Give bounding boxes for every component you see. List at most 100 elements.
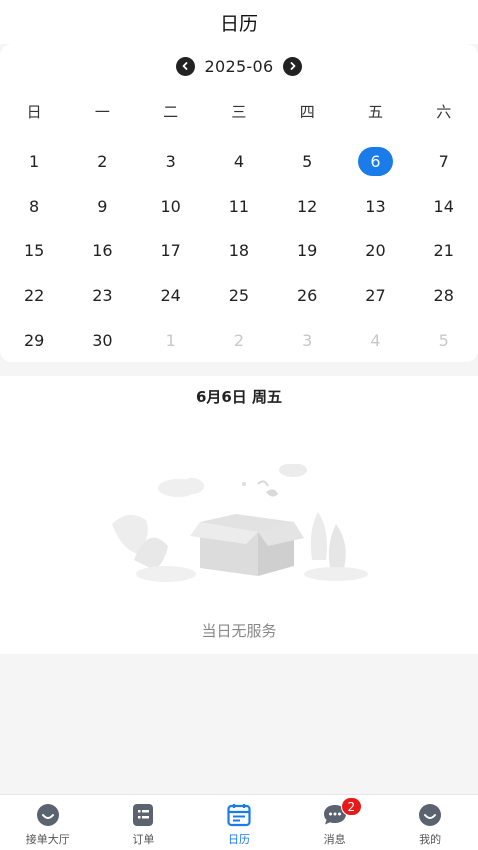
calendar-day-number: 18: [228, 241, 250, 261]
tab-label: 接单大厅: [25, 833, 70, 846]
calendar-day[interactable]: 25: [205, 273, 273, 318]
weekday-label: 日: [26, 103, 42, 121]
calendar-day-number: 30: [92, 331, 113, 351]
tab-orders[interactable]: 订单: [96, 795, 192, 850]
calendar-day-number: 17: [160, 241, 181, 261]
calendar-day-outside-month[interactable]: 3: [273, 318, 341, 363]
tab-label: 订单: [132, 833, 155, 846]
weekday-label: 三: [231, 103, 247, 121]
month-label: 2025-06: [204, 56, 274, 76]
calendar-day[interactable]: 18: [205, 229, 273, 274]
calendar-day-number: 14: [433, 196, 454, 216]
calendar-day-number: 15: [23, 241, 45, 261]
calendar-day[interactable]: 27: [341, 273, 409, 318]
weekday-label: 四: [299, 103, 315, 121]
calendar-day[interactable]: 16: [68, 229, 136, 274]
calendar-day-selected[interactable]: 6: [341, 139, 409, 184]
tab-label: 日历: [227, 833, 250, 846]
tab-messages[interactable]: 2 消息: [287, 795, 383, 850]
calendar-day-number: 5: [438, 331, 449, 351]
calendar-day[interactable]: 3: [137, 139, 205, 184]
calendar-day-number: 3: [302, 331, 313, 351]
calendar-day[interactable]: 10: [137, 184, 205, 229]
order-icon: [130, 803, 156, 827]
unread-badge: 2: [340, 797, 362, 816]
calendar-day[interactable]: 8: [0, 184, 68, 229]
calendar-day[interactable]: 29: [0, 318, 68, 363]
calendar-day[interactable]: 19: [273, 229, 341, 274]
weekday-label: 五: [367, 103, 383, 121]
calendar-day[interactable]: 26: [273, 273, 341, 318]
calendar-day-outside-month[interactable]: 5: [410, 318, 478, 363]
calendar-day-number: 3: [165, 151, 176, 171]
app-header: 日历: [0, 0, 478, 44]
empty-box-illustration: [112, 464, 368, 582]
bottom-tab-bar: 接单大厅 订单 日历 2 消息 我的: [0, 794, 478, 850]
calendar-day[interactable]: 21: [410, 229, 478, 274]
tab-calendar[interactable]: 日历: [191, 795, 287, 850]
calendar-day[interactable]: 15: [0, 229, 68, 274]
calendar-day[interactable]: 5: [273, 139, 341, 184]
calendar-day-number: 5: [302, 151, 313, 171]
calendar-day[interactable]: 23: [68, 273, 136, 318]
month-navigator: 2025-06: [0, 54, 478, 78]
calendar-day-number: 4: [233, 151, 245, 171]
tab-profile[interactable]: 我的: [382, 795, 478, 850]
calendar-day[interactable]: 9: [68, 184, 136, 229]
weekday-header: 日 一 二 三 四 五 六: [0, 100, 478, 124]
calendar-day[interactable]: 30: [68, 318, 136, 363]
calendar-day-number: 16: [92, 241, 113, 261]
calendar-day[interactable]: 22: [0, 273, 68, 318]
calendar-day[interactable]: 11: [205, 184, 273, 229]
calendar-day-number: 13: [365, 196, 386, 216]
calendar-day[interactable]: 17: [137, 229, 205, 274]
calendar-day-number: 21: [433, 241, 454, 261]
calendar-day[interactable]: 7: [410, 139, 478, 184]
calendar-day-outside-month[interactable]: 1: [137, 318, 205, 363]
calendar-day-grid: 1 2 3 4 5 6 7 8 9 10 11 12 13 14 15 16 17 18 19 20 21 22 23 24 2…: [0, 139, 478, 363]
calendar-day-number: 1: [29, 151, 40, 171]
weekday-label: 二: [163, 103, 179, 121]
calendar-day-number: 29: [23, 331, 45, 351]
calendar-day-number: 7: [438, 151, 449, 171]
calendar-day-number: 1: [165, 331, 176, 351]
page-title: 日历: [219, 12, 258, 35]
calendar-day-number: 24: [160, 286, 181, 306]
calendar-day-number: 25: [228, 286, 250, 306]
next-month-button[interactable]: [283, 56, 303, 76]
calendar-day-number: 11: [228, 196, 250, 216]
calendar-day-number: 2: [233, 331, 245, 351]
hall-icon: [35, 803, 61, 827]
calendar-day[interactable]: 1: [0, 139, 68, 184]
calendar-card: 2025-06 日 一 二 三 四 五 六 1 2 3 4 5 6 7 8 9 10 11 12 13 1…: [0, 44, 478, 362]
calendar-day-outside-month[interactable]: 2: [205, 318, 273, 363]
calendar-day-number: 28: [433, 286, 454, 306]
calendar-day[interactable]: 14: [410, 184, 478, 229]
calendar-day-number: 2: [97, 151, 108, 171]
calendar-day-number: 4: [370, 331, 381, 351]
prev-month-button[interactable]: [175, 56, 195, 76]
calendar-day-number: 19: [297, 241, 318, 261]
calendar-icon: [226, 803, 252, 827]
calendar-day-number: 8: [29, 196, 40, 216]
weekday-label: 六: [436, 103, 452, 121]
calendar-day[interactable]: 28: [410, 273, 478, 318]
chevron-right-icon: [290, 62, 296, 70]
tab-label: 我的: [419, 833, 442, 846]
calendar-day-number: 12: [297, 196, 318, 216]
calendar-day-number: 22: [23, 286, 45, 306]
tab-label: 消息: [323, 833, 346, 846]
calendar-day[interactable]: 4: [205, 139, 273, 184]
profile-icon: [417, 803, 443, 827]
calendar-day-outside-month[interactable]: 4: [341, 318, 409, 363]
calendar-day[interactable]: 12: [273, 184, 341, 229]
calendar-day-number: 9: [97, 196, 108, 216]
calendar-day-number: 23: [92, 286, 113, 306]
calendar-day[interactable]: 24: [137, 273, 205, 318]
chevron-left-icon: [182, 62, 188, 70]
calendar-day[interactable]: 13: [341, 184, 409, 229]
calendar-day-number: 26: [297, 286, 318, 306]
calendar-day[interactable]: 2: [68, 139, 136, 184]
tab-hall[interactable]: 接单大厅: [0, 795, 96, 850]
calendar-day[interactable]: 20: [341, 229, 409, 274]
